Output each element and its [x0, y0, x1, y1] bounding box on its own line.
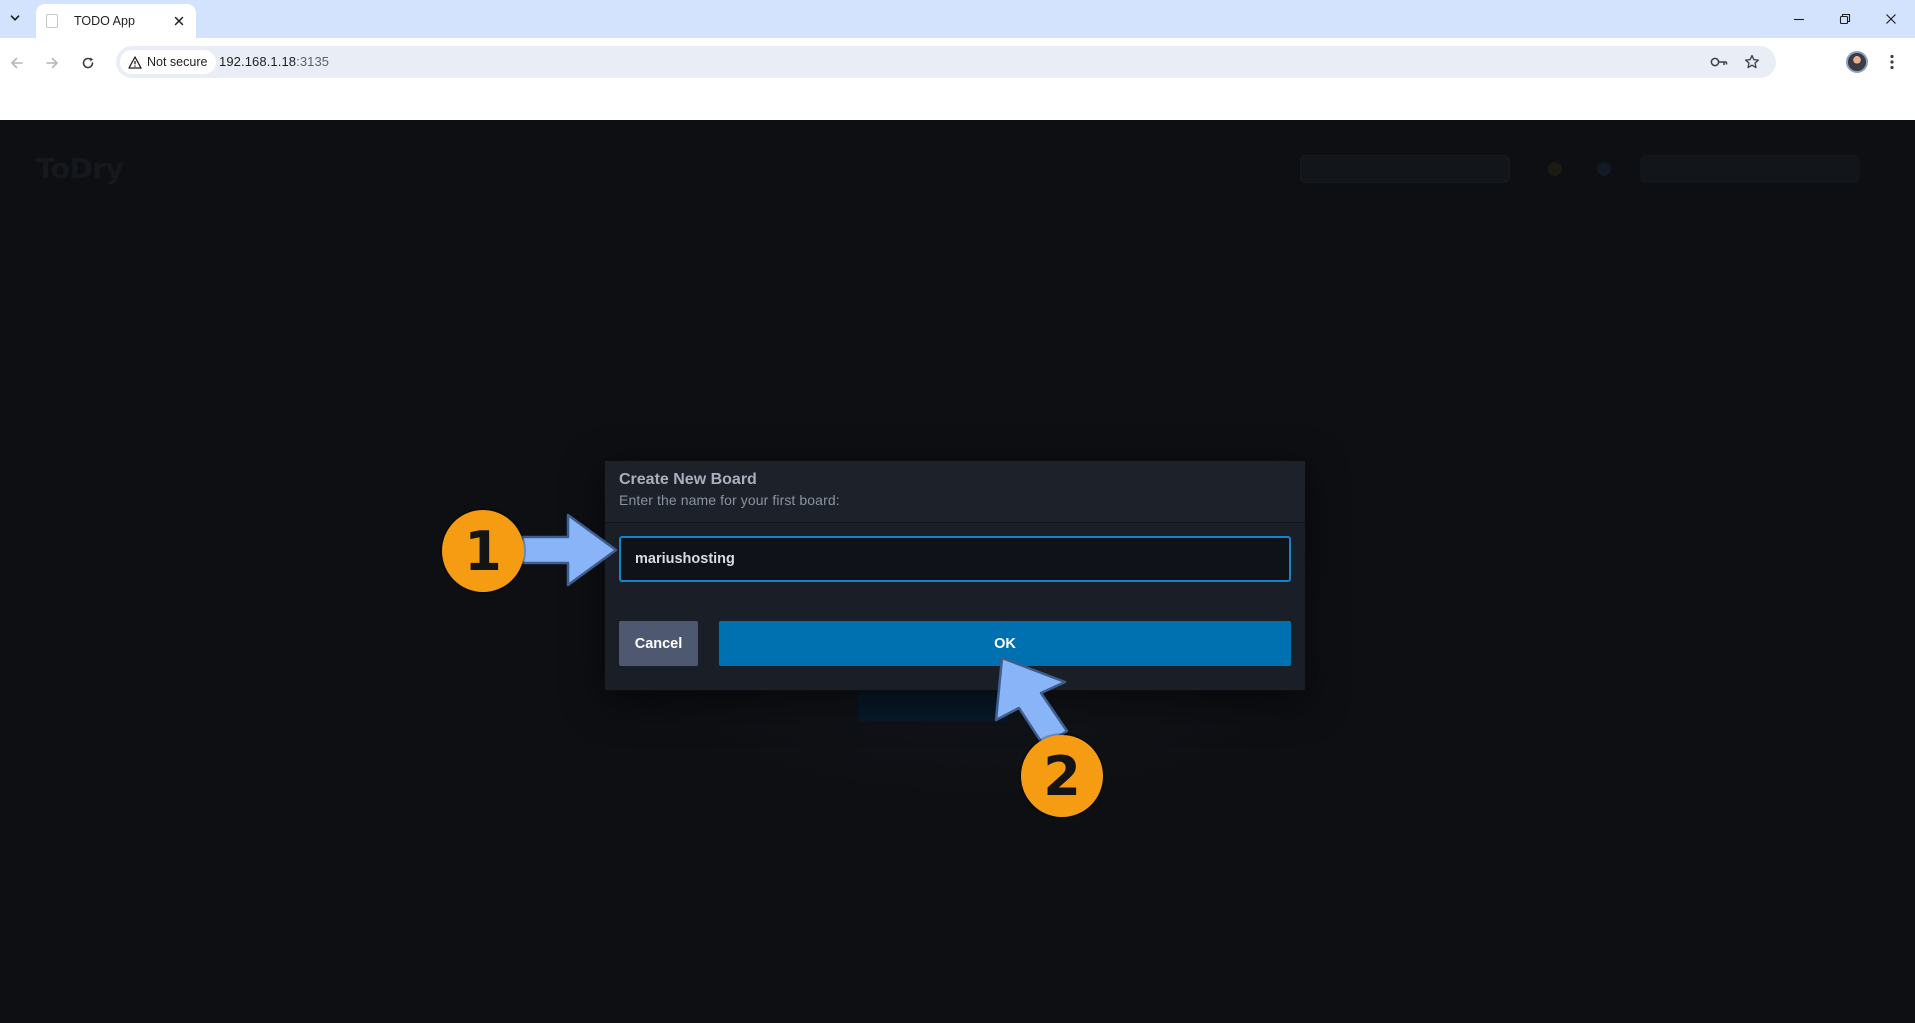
forward-button[interactable] — [39, 50, 65, 76]
minimize-button[interactable] — [1776, 7, 1822, 31]
key-icon — [1710, 57, 1728, 67]
warning-icon — [128, 55, 142, 69]
step-2-badge: 2 — [1021, 735, 1103, 817]
page-top-strip — [0, 86, 1915, 120]
security-label: Not secure — [147, 55, 208, 69]
security-chip[interactable]: Not secure — [120, 50, 217, 74]
minimize-icon — [1794, 18, 1804, 21]
cancel-button[interactable]: Cancel — [619, 621, 698, 666]
restore-button[interactable] — [1822, 7, 1868, 31]
step-1-badge: 1 — [442, 510, 524, 592]
app-user-menu — [1640, 155, 1860, 183]
app-logo: ToDry — [36, 152, 124, 185]
arrow-up-left-annotation-icon — [994, 656, 1069, 748]
dialog-subtitle: Enter the name for your first board: — [619, 492, 840, 508]
board-name-input[interactable] — [619, 536, 1291, 582]
star-icon — [1744, 54, 1760, 69]
url-text[interactable]: 192.168.1.18:3135 — [219, 54, 329, 69]
create-board-dialog: Create New Board Enter the name for your… — [605, 461, 1305, 690]
dialog-header: Create New Board Enter the name for your… — [605, 461, 1305, 523]
reload-icon — [82, 57, 94, 69]
browser-tab[interactable]: TODO App — [36, 4, 196, 38]
bookmark-button[interactable] — [1743, 53, 1761, 71]
url-port: :3135 — [296, 54, 330, 69]
browser-menu-button[interactable] — [1882, 51, 1902, 73]
close-icon — [174, 16, 184, 26]
status-dot-icon — [1597, 162, 1611, 176]
app-search-input — [1300, 155, 1510, 183]
more-vertical-icon — [1890, 54, 1894, 70]
url-host: 192.168.1.18 — [219, 54, 297, 69]
arrow-right-icon — [46, 57, 58, 69]
restore-icon — [1839, 13, 1851, 25]
reload-button[interactable] — [75, 50, 101, 76]
tab-title: TODO App — [74, 14, 135, 28]
browser-tab-strip: TODO App — [0, 0, 1915, 38]
profile-avatar[interactable] — [1846, 51, 1868, 73]
browser-toolbar: Not secure 192.168.1.18:3135 — [0, 38, 1915, 86]
arrow-left-icon — [11, 57, 23, 69]
address-bar[interactable]: Not secure 192.168.1.18:3135 — [116, 46, 1776, 78]
back-button[interactable] — [4, 50, 30, 76]
page-favicon-icon — [46, 14, 58, 28]
arrow-right-annotation-icon — [520, 513, 618, 587]
window-close-button[interactable] — [1868, 7, 1914, 31]
tab-search-button[interactable] — [3, 6, 27, 30]
status-dot-icon — [1548, 162, 1562, 176]
backdrop-button — [858, 692, 1008, 722]
password-key-button[interactable] — [1710, 53, 1728, 71]
chevron-down-icon — [10, 15, 20, 21]
close-icon — [1886, 14, 1896, 24]
tab-close-button[interactable] — [170, 12, 188, 30]
dialog-title: Create New Board — [619, 471, 757, 488]
